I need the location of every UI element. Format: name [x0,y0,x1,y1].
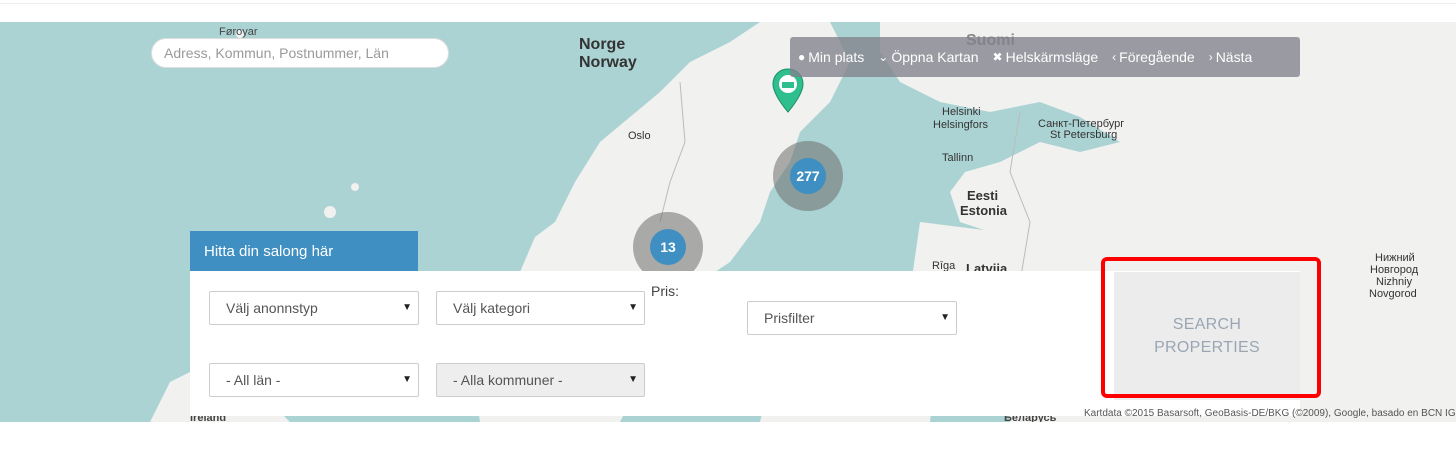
cluster-count[interactable]: 13 [650,229,686,265]
search-panel-title: Hitta din salong här [190,231,418,271]
label-eesti: Eesti [967,188,999,203]
price-label: Pris: [651,283,679,299]
municipality-value: - Alla kommuner - [453,372,563,388]
caret-down-icon: ▼ [628,302,638,313]
previous-button[interactable]: ‹ Föregående [1112,49,1195,65]
price-filter-select[interactable]: Prisfilter ▼ [747,301,957,335]
map-toolbar: ● Min plats ⌄ Öppna Kartan ✖ Helskärmslä… [790,37,1300,77]
map-marker-icon: ● [798,50,806,64]
next-label: Nästa [1215,49,1253,65]
next-button[interactable]: › Nästa [1209,49,1253,65]
chevron-right-icon: › [1208,50,1213,64]
open-map-label: Öppna Kartan [891,49,979,65]
label-foroyar: Føroyar [219,26,258,38]
ad-type-value: Välj anonnstyp [226,300,318,316]
label-helsingfors: Helsingfors [933,119,989,131]
label-estonia: Estonia [960,203,1007,218]
label-oslo: Oslo [628,130,651,142]
caret-down-icon: ▼ [940,312,950,323]
open-map-button[interactable]: ⌄ Öppna Kartan [878,49,978,65]
my-location-label: Min plats [808,49,865,65]
county-select[interactable]: - All län - ▼ [209,363,419,397]
label-helsinki: Helsinki [942,106,981,118]
fullscreen-label: Helskärmsläge [1005,49,1099,65]
label-spb: St Petersburg [1050,129,1118,141]
map-cluster[interactable]: 277 [773,141,843,211]
expand-icon: ✖ [992,50,1003,64]
previous-label: Föregående [1119,49,1195,65]
category-select[interactable]: Välj kategori ▼ [436,291,645,325]
label-nn1: Nizhniy [1376,276,1413,288]
label-tallinn: Tallinn [942,152,974,164]
caret-down-icon: ▼ [402,374,412,385]
price-filter-value: Prisfilter [764,310,815,326]
label-norway: Norway [579,54,637,71]
my-location-button[interactable]: ● Min plats [798,49,864,65]
label-nn-ru: Нижний [1375,252,1415,264]
chevron-left-icon: ‹ [1112,50,1117,64]
label-nn-ru2: Новгород [1370,264,1419,276]
search-input[interactable] [151,38,449,68]
county-value: - All län - [226,372,281,388]
map-attribution: Kartdata ©2015 Basarsoft, GeoBasis-DE/BK… [1084,408,1456,419]
caret-down-icon: ▼ [402,302,412,313]
category-value: Välj kategori [453,300,531,316]
chevron-down-icon: ⌄ [878,50,889,64]
ad-type-select[interactable]: Välj anonnstyp ▼ [209,291,419,325]
caret-down-icon: ▼ [628,374,638,385]
cluster-count[interactable]: 277 [790,158,826,194]
fullscreen-button[interactable]: ✖ Helskärmsläge [993,49,1099,65]
highlight-box [1101,257,1321,398]
label-nn2: Novgorod [1369,288,1417,300]
top-divider [0,0,1456,4]
municipality-select[interactable]: - Alla kommuner - ▼ [436,363,645,397]
label-norge: Norge [579,36,626,53]
